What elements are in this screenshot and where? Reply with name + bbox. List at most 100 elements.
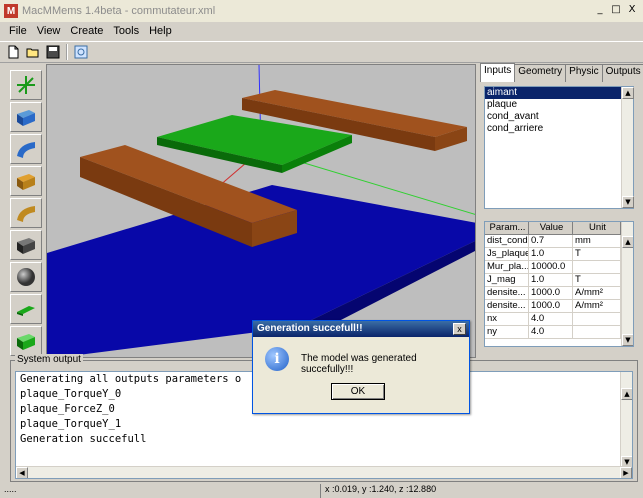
tab-outputs[interactable]: Outputs (601, 64, 643, 82)
menu-tools[interactable]: Tools (108, 25, 144, 37)
param-unit (573, 313, 621, 325)
param-name: densite... (485, 300, 529, 312)
param-value[interactable]: 4.0 (529, 313, 573, 325)
panel-tabs: Inputs Geometry Physic Outputs (480, 63, 643, 82)
blue-box-icon[interactable] (10, 102, 42, 132)
param-name: Js_plaque (487, 248, 529, 260)
menu-create[interactable]: Create (65, 25, 108, 37)
param-name: Mur_pla... (487, 261, 529, 273)
list-item[interactable]: cond_arriere (485, 123, 621, 135)
sphere-icon[interactable] (10, 262, 42, 292)
generation-dialog: Generation succefull!! x i The model was… (252, 320, 470, 414)
close-button[interactable]: X (625, 4, 639, 17)
param-name: dist_cond (487, 235, 529, 247)
window-title: MacMMems 1.4beta - commutateur.xml (22, 5, 216, 17)
dialog-close-button[interactable]: x (453, 323, 466, 335)
info-icon: i (265, 347, 289, 371)
dark-box-icon[interactable] (10, 230, 42, 260)
param-name: densite... (485, 287, 529, 299)
params-table: Param... Value Unit dist_cond 0.7 mm Js_… (484, 221, 634, 347)
param-name: J_mag (485, 274, 529, 286)
status-bar: ..... x :0.019, y :1.240, z :12.880 (0, 484, 643, 498)
table-row[interactable]: Js_plaque 1.0 T (485, 248, 633, 261)
3d-viewport[interactable] (46, 64, 476, 358)
orange-box-icon[interactable] (10, 166, 42, 196)
tab-inputs[interactable]: Inputs (480, 63, 516, 82)
menu-view[interactable]: View (32, 25, 66, 37)
orange-curve-icon[interactable] (10, 198, 42, 228)
table-header: Param... Value Unit (485, 222, 633, 235)
list-item[interactable]: aimant (485, 87, 621, 99)
menu-file[interactable]: File (4, 25, 32, 37)
scroll-down-icon[interactable]: ▼ (622, 196, 634, 208)
scroll-right-icon[interactable]: ▶ (620, 467, 632, 478)
column-header[interactable]: Unit (573, 222, 621, 234)
new-icon[interactable] (4, 43, 22, 61)
scroll-up-icon[interactable]: ▲ (622, 87, 634, 99)
app-icon: M (4, 4, 18, 18)
param-value[interactable]: 1.0 (529, 248, 573, 260)
ok-button[interactable]: OK (331, 383, 385, 400)
axis-tool-icon[interactable] (10, 70, 42, 100)
param-unit: T (573, 274, 621, 286)
toolbar-separator (66, 44, 68, 60)
menu-bar: File View Create Tools Help (0, 22, 643, 40)
status-text: ..... (4, 484, 17, 494)
table-row[interactable]: densite... 1000.0 A/mm² (485, 300, 633, 313)
open-icon[interactable] (24, 43, 42, 61)
param-unit (573, 261, 621, 273)
properties-panel: Inputs Geometry Physic Outputs aimant pl… (480, 63, 643, 352)
param-unit: mm (573, 235, 621, 247)
scroll-up-icon[interactable]: ▲ (622, 236, 633, 248)
scene-3d (47, 65, 475, 357)
system-output-label: System output (15, 354, 83, 365)
param-value[interactable]: 0.7 (529, 235, 573, 247)
table-row[interactable]: ny 4.0 (485, 326, 633, 339)
green-plate-icon[interactable] (10, 294, 42, 324)
save-icon[interactable] (44, 43, 62, 61)
green-box-icon[interactable] (10, 326, 42, 356)
inputs-list[interactable]: aimant plaque cond_avant cond_arriere ▲ … (484, 86, 634, 209)
scroll-left-icon[interactable]: ◀ (16, 467, 28, 478)
table-row[interactable]: dist_cond 0.7 mm (485, 235, 633, 248)
column-header[interactable]: Param... (485, 222, 529, 234)
minimize-button[interactable]: _ (593, 4, 607, 17)
toolbar (0, 41, 643, 63)
blue-curve-icon[interactable] (10, 134, 42, 164)
scroll-down-icon[interactable]: ▼ (622, 334, 633, 346)
list-item[interactable]: cond_avant (485, 111, 621, 123)
shape-toolbar (10, 70, 44, 356)
list-item[interactable]: plaque (485, 99, 621, 111)
menu-help[interactable]: Help (144, 25, 177, 37)
window-controls: _ □ X (593, 4, 639, 17)
param-unit: A/mm² (573, 287, 621, 299)
output-line: plaque_TorqueY_1 (20, 418, 122, 430)
output-hscrollbar[interactable]: ◀ ▶ (16, 466, 632, 478)
param-name: ny (485, 326, 529, 338)
param-value[interactable]: 1000.0 (529, 287, 573, 299)
params-scrollbar[interactable]: ▲ ▼ (621, 222, 633, 346)
column-header[interactable]: Value (529, 222, 573, 234)
param-unit: A/mm² (573, 300, 621, 312)
output-line: Generation succefull (20, 433, 147, 445)
tab-physic[interactable]: Physic (565, 64, 603, 82)
table-row[interactable]: densite... 1000.0 A/mm² (485, 287, 633, 300)
param-unit: T (573, 248, 621, 260)
tab-geometry[interactable]: Geometry (514, 64, 567, 82)
param-value[interactable]: 10000.0 (529, 261, 573, 273)
title-bar: M MacMMems 1.4beta - commutateur.xml _ □… (0, 0, 643, 22)
param-value[interactable]: 1000.0 (529, 300, 573, 312)
param-value[interactable]: 4.0 (529, 326, 573, 338)
param-name: nx (485, 313, 529, 325)
dialog-message: The model was generated succefully!!! (301, 353, 417, 375)
list-scrollbar[interactable]: ▲ ▼ (621, 87, 634, 208)
table-row[interactable]: J_mag 1.0 T (485, 274, 633, 287)
maximize-button[interactable]: □ (609, 4, 623, 17)
scroll-up-icon[interactable]: ▲ (621, 388, 632, 400)
output-vscrollbar[interactable]: ▲ ▼ (620, 372, 632, 468)
refresh-icon[interactable] (72, 43, 90, 61)
param-value[interactable]: 1.0 (529, 274, 573, 286)
table-row[interactable]: nx 4.0 (485, 313, 633, 326)
coordinates-readout: x :0.019, y :1.240, z :12.880 (320, 484, 436, 498)
table-row[interactable]: Mur_pla... 10000.0 (485, 261, 633, 274)
